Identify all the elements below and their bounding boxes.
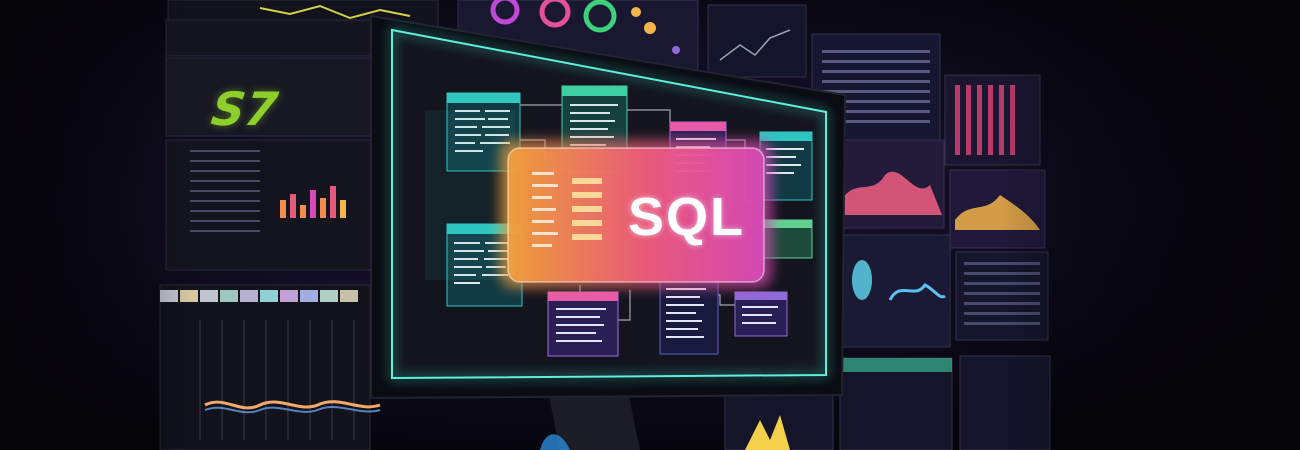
sql-title: SQL [628,187,746,247]
panel [159,284,371,450]
s7-logo: S7 [208,82,281,136]
panel [165,19,372,57]
